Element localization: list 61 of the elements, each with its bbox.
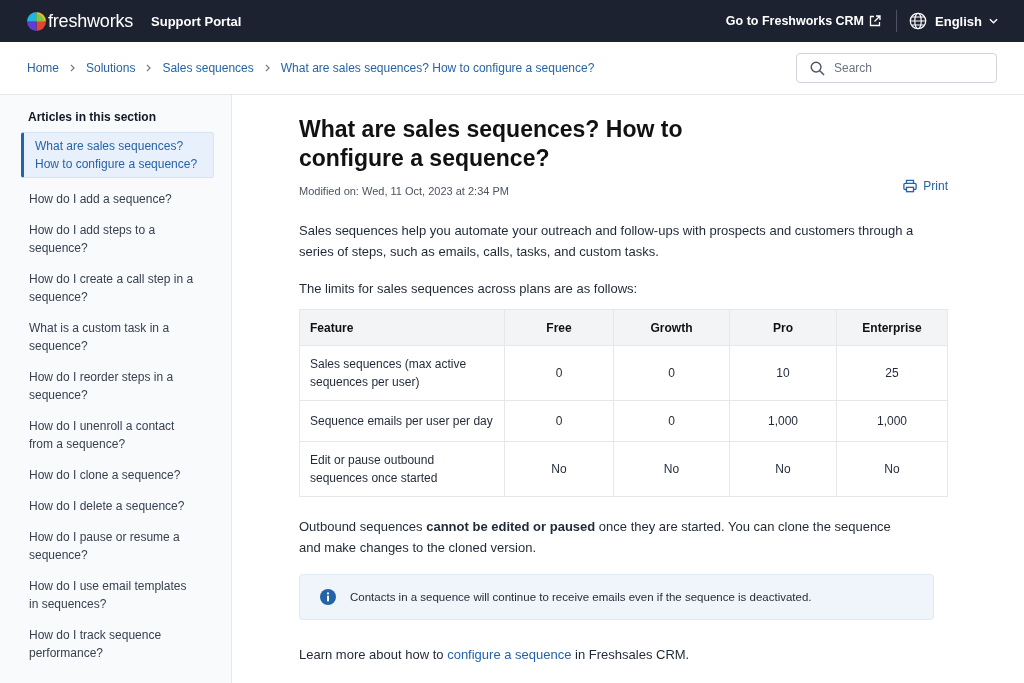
sidebar-article-link[interactable]: How do I create a call step in a sequence? (21, 270, 203, 306)
table-cell: No (729, 441, 837, 497)
table-cell: Edit or pause outbound sequences once started (299, 441, 505, 497)
search-field[interactable]: Search (796, 53, 997, 83)
globe-icon (909, 12, 928, 30)
sidebar-article-link[interactable]: How do I add steps to a sequence? (21, 221, 203, 257)
sidebar-article-link[interactable]: What are sales sequences? How to configure a sequence? (21, 132, 214, 178)
table-cell: 1,000 (836, 400, 948, 442)
table-cell: 1,000 (729, 400, 837, 442)
info-text: Contacts in a sequence will continue to receive emails even if the sequence is deactivated. (350, 591, 812, 603)
external-link-icon (869, 15, 882, 27)
table-cell: No (504, 441, 614, 497)
outbound-note: Outbound sequences cannot be edited or paused once they are started. You can clone the sequence and make changes to the cloned version. (299, 518, 892, 557)
chevron-right-icon (146, 64, 152, 72)
column-header: Feature (299, 309, 505, 346)
table-cell: Sequence emails per user per day (299, 400, 505, 442)
modified-date: Modified on: Wed, 11 Oct, 2023 at 2:34 PM (299, 185, 509, 197)
portal-title: Support Portal (151, 13, 242, 29)
breadcrumb-link[interactable]: Sales sequences (162, 61, 254, 75)
breadcrumb-link[interactable]: Home (27, 61, 59, 75)
column-header: Pro (729, 309, 837, 346)
intro-paragraph: Sales sequences help you automate your outreach and follow-ups with prospects and customers through a series of steps, such as emails, calls, tasks, and custom tasks. (299, 222, 915, 261)
sidebar-article-link[interactable]: How do I delete a sequence? (21, 497, 203, 515)
table-cell: No (613, 441, 730, 497)
sidebar-article-link[interactable]: What is a custom task in a sequence? (21, 319, 203, 355)
chevron-right-icon (264, 64, 270, 72)
column-header: Growth (613, 309, 730, 346)
sidebar-article-link[interactable]: How do I pause or resume a sequence? (21, 528, 203, 564)
column-header: Free (504, 309, 614, 346)
print-button[interactable]: Print (903, 179, 948, 193)
info-icon (320, 589, 336, 605)
logo-icon[interactable] (27, 11, 46, 31)
breadcrumb-link[interactable]: What are sales sequences? How to configure a sequence? (280, 61, 595, 75)
table-cell: 25 (836, 345, 948, 401)
column-header: Enterprise (836, 309, 948, 346)
sidebar-article-link[interactable]: How do I clone a sequence? (21, 466, 203, 484)
limits-intro-text: The limits for sales sequences across plans are as follows: (299, 280, 639, 298)
sidebar-article-link[interactable]: How do I unenroll a contact from a sequence? (21, 417, 203, 453)
table-cell: 0 (613, 400, 730, 442)
configure-sequence-link[interactable]: configure a sequence (447, 647, 572, 662)
language-selector[interactable]: English (927, 13, 998, 29)
search-icon (810, 61, 825, 76)
sidebar-article-link[interactable]: How do I track sequence performance? (21, 626, 203, 662)
table-cell: 0 (504, 345, 614, 401)
table-cell: 10 (729, 345, 837, 401)
sidebar-article-link[interactable]: How do I add a sequence? (21, 190, 203, 208)
table-cell: No (836, 441, 948, 497)
article-title: What are sales sequences? How to configure a sequence? (299, 115, 684, 173)
brand-name[interactable]: freshworks (48, 10, 134, 32)
table-cell: 0 (504, 400, 614, 442)
printer-icon (903, 179, 918, 193)
sidebar-heading: Articles in this section (27, 110, 158, 124)
table-cell: Sales sequences (max active sequences per user) (299, 345, 505, 401)
crm-link[interactable]: Go to Freshworks CRM (725, 14, 865, 28)
table-cell: 0 (613, 345, 730, 401)
chevron-down-icon (989, 18, 998, 24)
sidebar-article-link[interactable]: How do I reorder steps in a sequence? (21, 368, 203, 404)
chevron-right-icon (70, 64, 75, 72)
breadcrumb-link[interactable]: Solutions (86, 61, 136, 75)
learn-more-text: Learn more about how to configure a sequence in Freshsales CRM. (299, 646, 691, 664)
sidebar-article-link[interactable]: How do I use email templates in sequences? (21, 577, 203, 613)
